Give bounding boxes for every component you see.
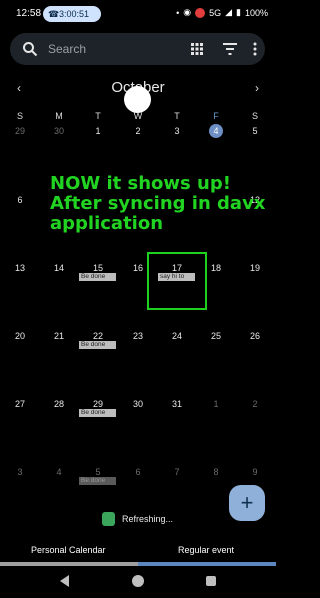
day-cell[interactable]: 26	[243, 331, 267, 341]
day-cell[interactable]: 19	[243, 263, 267, 273]
call-chip[interactable]: ☎ 3:00:51	[43, 6, 101, 22]
day-cell[interactable]: 7	[165, 467, 189, 477]
day-cell[interactable]: 31	[165, 399, 189, 409]
day-cell[interactable]: 30	[126, 399, 150, 409]
weekday-sun: S	[16, 111, 23, 121]
day-cell[interactable]: 18	[204, 263, 228, 273]
search-input[interactable]	[48, 40, 168, 58]
today-marker[interactable]: 4	[209, 124, 223, 138]
day-cell[interactable]: 28	[47, 399, 71, 409]
status-time: 12:58	[16, 8, 42, 19]
signal-icon: ◢	[225, 7, 233, 17]
day-cell[interactable]: 20	[8, 331, 32, 341]
status-bar: 12:58 ☎ 3:00:51 • ◉ 5G ◢ ▮ 100%	[0, 0, 276, 28]
refresh-status: Refreshing...	[102, 511, 173, 527]
event-chip[interactable]: Be done	[79, 341, 116, 349]
tab-personal-calendar[interactable]: Personal Calendar	[31, 545, 106, 555]
day-cell[interactable]: 2	[243, 399, 267, 409]
day-cell[interactable]: 15	[86, 263, 110, 273]
day-cell[interactable]: 23	[126, 331, 150, 341]
annotation-text: NOW it shows up! After syncing in davx a…	[50, 173, 266, 234]
weekday-wed: W	[133, 111, 143, 121]
calendar-app-icon	[102, 512, 115, 526]
battery-icon: ▮	[236, 7, 241, 17]
refresh-text: Refreshing...	[122, 514, 174, 524]
dot-icon: •	[176, 7, 180, 18]
day-cell[interactable]: 5	[86, 467, 110, 477]
day-cell[interactable]: 3	[8, 467, 32, 477]
back-icon[interactable]	[60, 575, 69, 587]
search-icon[interactable]	[22, 41, 38, 57]
day-cell[interactable]: 1	[86, 126, 110, 136]
day-cell[interactable]: 5	[243, 126, 267, 136]
next-month-chevron-icon[interactable]: ›	[251, 82, 263, 94]
day-cell[interactable]: 6	[8, 195, 32, 205]
weekday-sat: S	[251, 111, 258, 121]
day-cell[interactable]: 25	[204, 331, 228, 341]
day-cell[interactable]: 27	[8, 399, 32, 409]
home-icon[interactable]	[132, 575, 144, 587]
day-cell[interactable]: 21	[47, 331, 71, 341]
event-chip[interactable]: Be done	[79, 477, 116, 485]
day-cell[interactable]: 3	[165, 126, 189, 136]
weekday-tue: T	[95, 111, 101, 121]
add-event-button[interactable]: +	[229, 485, 265, 521]
day-cell[interactable]: 22	[86, 331, 110, 341]
event-chip[interactable]: Be done	[79, 409, 116, 417]
weekday-mon: M	[55, 111, 63, 121]
more-options-icon[interactable]	[252, 42, 258, 56]
day-cell[interactable]: 24	[165, 331, 189, 341]
day-cell[interactable]: 30	[47, 126, 71, 136]
record-icon	[195, 7, 206, 18]
day-cell[interactable]: 14	[47, 263, 71, 273]
day-cell[interactable]: 6	[126, 467, 150, 477]
day-cell[interactable]: 29	[86, 399, 110, 409]
day-cell[interactable]: 4	[47, 467, 71, 477]
search-bar[interactable]	[10, 33, 265, 65]
day-cell[interactable]: 9	[243, 467, 267, 477]
battery-percent: 100%	[244, 7, 268, 18]
weekday-fri: F	[213, 111, 219, 121]
phone-icon: ☎	[48, 9, 60, 19]
call-timer: 3:00:51	[59, 9, 90, 19]
network-label: 5G	[209, 7, 222, 18]
touch-indicator	[124, 86, 151, 113]
day-cell[interactable]: 1	[204, 399, 228, 409]
previous-month-chevron-icon[interactable]: ‹	[13, 82, 25, 94]
filter-icon[interactable]	[223, 43, 237, 55]
tab-regular-event[interactable]: Regular event	[178, 545, 234, 555]
day-cell[interactable]: 2	[126, 126, 150, 136]
day-cell[interactable]: 13	[8, 263, 32, 273]
event-chip[interactable]: Be done	[79, 273, 116, 281]
status-icons: • ◉ 5G ◢ ▮ 100%	[176, 7, 268, 18]
weekday-thu: T	[174, 111, 180, 121]
eye-icon: ◉	[183, 7, 192, 17]
view-grid-icon[interactable]	[191, 43, 203, 55]
day-cell[interactable]: 29	[8, 126, 32, 136]
annotation-highlight-box	[147, 252, 207, 310]
day-cell[interactable]: 8	[204, 467, 228, 477]
recent-apps-icon[interactable]	[206, 576, 216, 586]
